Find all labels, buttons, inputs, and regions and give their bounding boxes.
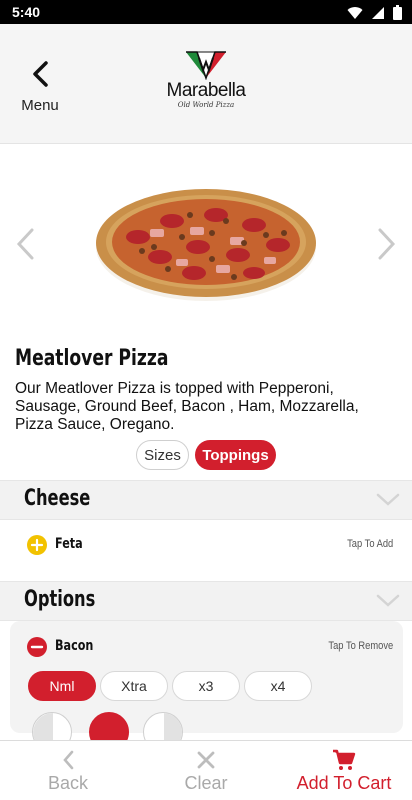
product-image-carousel xyxy=(0,145,412,335)
quantity-option-x4[interactable]: x4 xyxy=(244,671,312,701)
topping-row-bacon[interactable]: Bacon Tap To Remove xyxy=(10,621,403,673)
topping-card-bacon: Bacon Tap To Remove Nml Xtra x3 x4 xyxy=(10,621,403,752)
clear-button[interactable]: Clear xyxy=(166,741,246,800)
tab-sizes[interactable]: Sizes xyxy=(136,440,189,470)
brand-logo: Marabella Old World Pizza xyxy=(160,48,252,120)
status-time: 5:40 xyxy=(12,4,41,20)
section-cheese-title: Cheese xyxy=(24,486,91,511)
topping-name: Feta xyxy=(55,536,83,552)
section-options-title: Options xyxy=(24,587,96,612)
tap-to-add-label[interactable]: Tap To Add xyxy=(347,538,393,550)
minus-circle-icon[interactable] xyxy=(27,637,47,657)
wifi-icon xyxy=(347,6,363,25)
menu-back-label: Menu xyxy=(21,97,59,114)
status-icons xyxy=(347,5,402,25)
topping-row-feta[interactable]: Feta Tap To Add xyxy=(0,520,412,572)
close-icon xyxy=(166,749,246,771)
add-to-cart-label: Add To Cart xyxy=(296,773,392,793)
quantity-option-x3[interactable]: x3 xyxy=(172,671,240,701)
next-image-button[interactable] xyxy=(376,227,398,266)
chevron-down-icon xyxy=(376,493,400,512)
section-cheese-header[interactable]: Cheese xyxy=(0,480,412,520)
clear-label: Clear xyxy=(184,773,228,793)
topping-name: Bacon xyxy=(55,638,94,654)
battery-icon xyxy=(393,5,402,25)
quantity-option-nml[interactable]: Nml xyxy=(28,671,96,701)
pizza-image xyxy=(96,189,316,301)
product-description: Our Meatlover Pizza is topped with Peppe… xyxy=(15,380,359,433)
screen: 5:40 Menu Marabella Old World Pizza Meat… xyxy=(0,0,412,800)
app-header: Menu Marabella Old World Pizza xyxy=(0,24,412,144)
back-button[interactable]: Back xyxy=(28,741,108,800)
menu-back-button[interactable]: Menu xyxy=(18,60,62,115)
back-label: Back xyxy=(47,773,89,793)
brand-name: Marabella xyxy=(166,80,246,101)
tab-toppings[interactable]: Toppings xyxy=(195,440,276,470)
bottom-action-bar: Back Clear Add To Cart xyxy=(0,740,412,800)
chevron-down-icon xyxy=(376,594,400,613)
signal-icon xyxy=(371,6,385,25)
chevron-left-icon xyxy=(28,749,108,771)
product-title: Meatlover Pizza xyxy=(15,346,169,371)
cart-icon xyxy=(284,749,404,771)
brand-tagline: Old World Pizza xyxy=(177,101,235,109)
status-bar: 5:40 xyxy=(0,0,412,24)
plus-circle-icon[interactable] xyxy=(27,535,47,555)
add-to-cart-button[interactable]: Add To Cart xyxy=(284,741,404,800)
section-options-header[interactable]: Options xyxy=(0,581,412,621)
quantity-option-xtra[interactable]: Xtra xyxy=(100,671,168,701)
chevron-left-icon xyxy=(18,60,62,93)
tap-to-remove-label[interactable]: Tap To Remove xyxy=(328,640,393,652)
previous-image-button[interactable] xyxy=(14,227,36,266)
logo-mark-icon xyxy=(186,51,226,80)
